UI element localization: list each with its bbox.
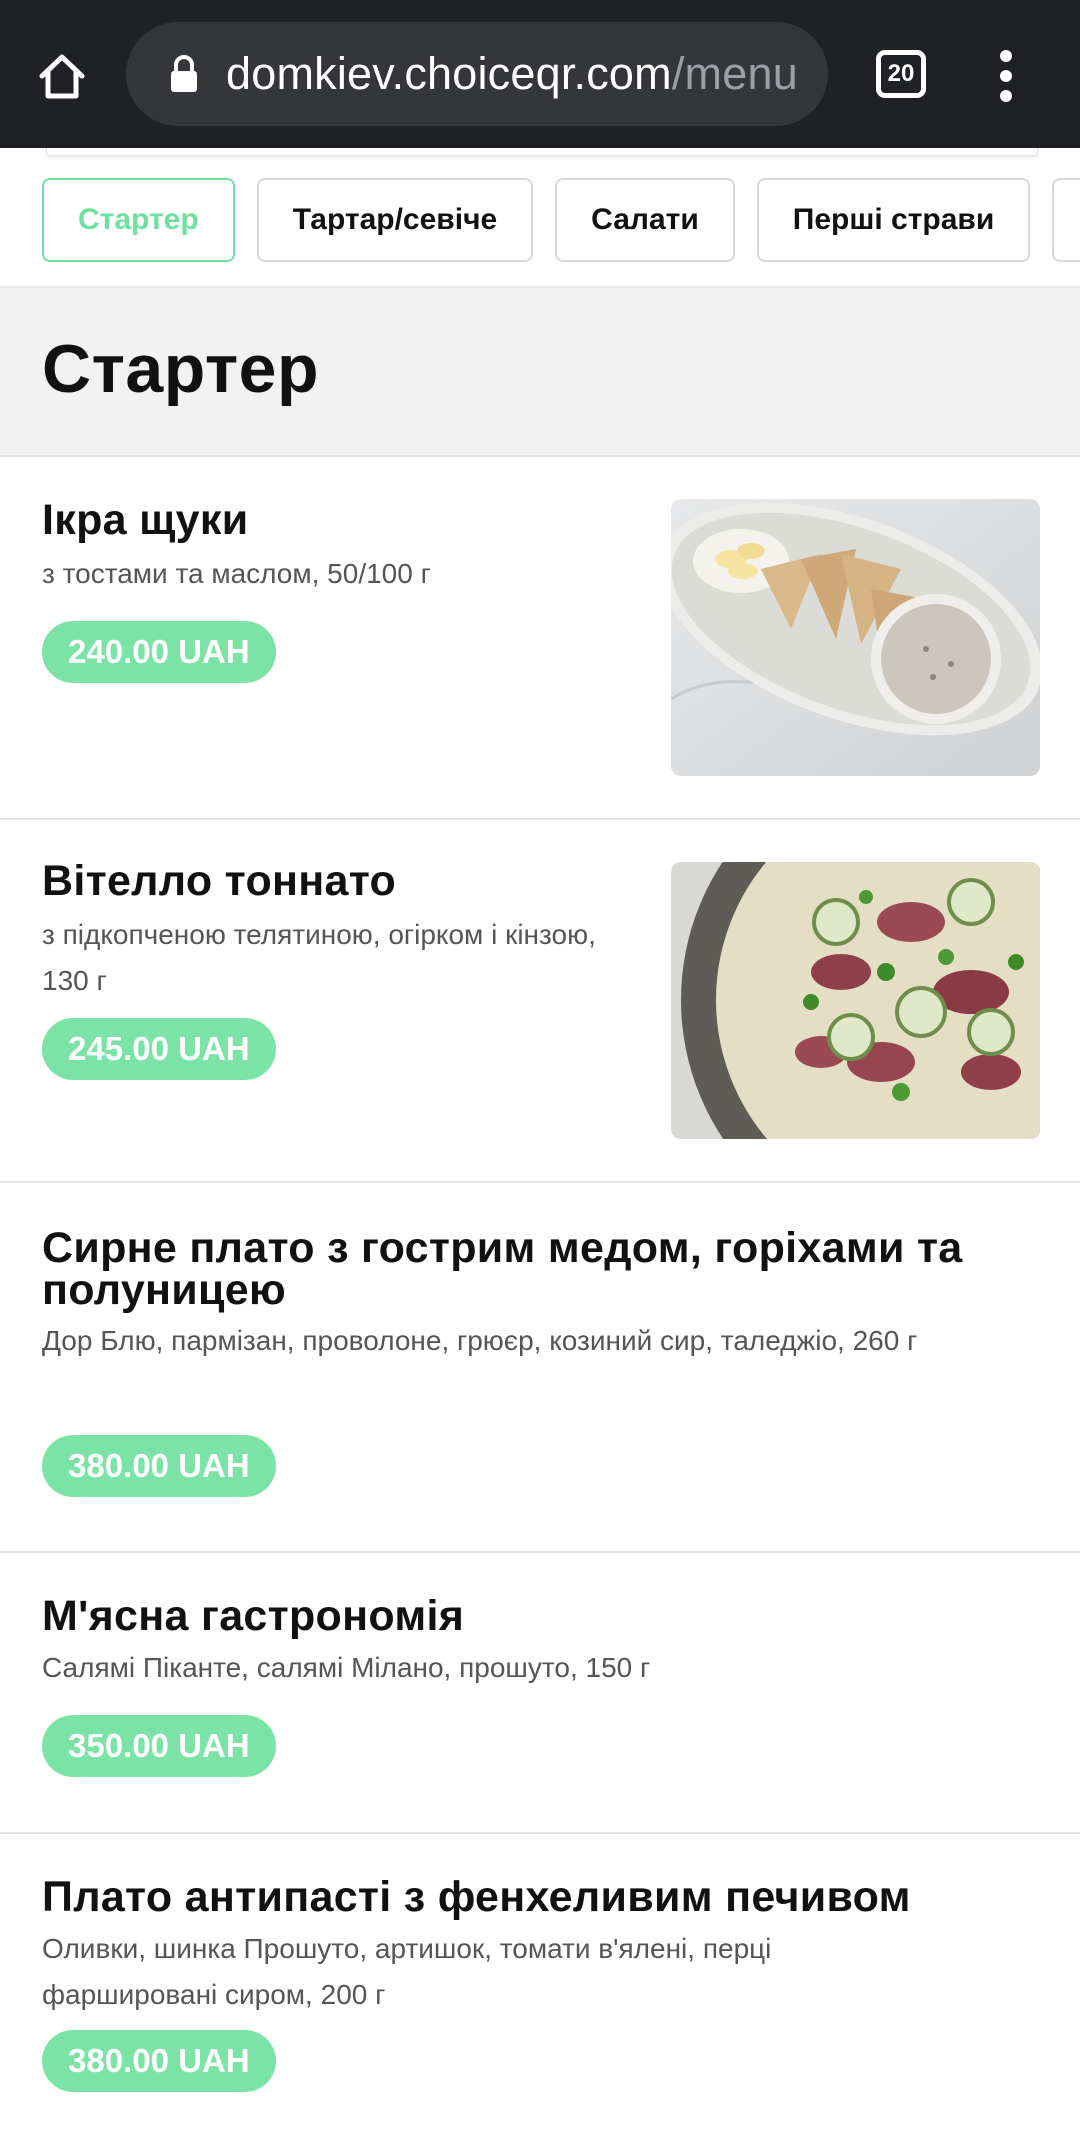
item-name: М'ясна гастрономія (42, 1592, 465, 1640)
lock-icon (166, 49, 202, 99)
tab-switcher-button[interactable]: 20 (876, 50, 926, 98)
item-name: Ікра щуки (42, 496, 249, 544)
item-description: з тостами та маслом, 50/100 г (42, 558, 431, 589)
price-badge: 350.00 UAH (42, 1715, 276, 1777)
price-badge: 380.00 UAH (42, 2030, 276, 2092)
menu-page: Стартер Тартар/севіче Салати Перші страв… (0, 148, 1080, 2131)
price-badge: 240.00 UAH (42, 621, 276, 683)
item-description: Оливки, шинка Прошуто, артишок, томати в… (42, 1933, 772, 2010)
category-tab-tartar[interactable]: Тартар/севіче (256, 178, 534, 262)
category-tab-salads[interactable]: Салати (555, 178, 735, 262)
address-bar[interactable]: domkiev.choiceqr.com/menu (126, 22, 828, 126)
menu-item[interactable]: М'ясна гастрономія Салямі Піканте, салям… (0, 1553, 1080, 1834)
item-description: Салямі Піканте, салямі Мілано, прошуто, … (42, 1652, 651, 1683)
item-description: з підкопченою телятиною, огірком і кінзо… (42, 919, 596, 996)
category-nav: Стартер Тартар/севіче Салати Перші страв… (0, 178, 1080, 262)
url-text: domkiev.choiceqr.com/menu (226, 48, 798, 100)
price-badge: 380.00 UAH (42, 1435, 276, 1497)
menu-item[interactable]: Сирне плато з гострим медом, горіхами та… (0, 1183, 1080, 1553)
url-path: /menu (671, 48, 798, 99)
tab-count: 20 (887, 60, 915, 87)
item-name: Плато антипасті з фенхеливим печивом (42, 1873, 911, 1921)
item-name: Вітелло тоннато (42, 857, 397, 905)
category-tab-starter[interactable]: Стартер (42, 178, 235, 262)
section-header: Стартер (0, 288, 1080, 457)
section-title: Стартер (42, 331, 320, 407)
home-icon[interactable] (30, 44, 94, 108)
menu-item[interactable]: Плато антипасті з фенхеливим печивом Оли… (0, 1834, 1080, 2131)
category-tab-partial[interactable]: П (1052, 178, 1080, 262)
item-name: Сирне плато з гострим медом, горіхами та… (42, 1224, 963, 1314)
item-description: Дор Блю, пармізан, проволоне, грюєр, коз… (42, 1325, 918, 1356)
menu-item[interactable]: Вітелло тоннато з підкопченою телятиною,… (0, 820, 1080, 1183)
vitello-tonnato-photo[interactable] (671, 862, 1040, 1139)
price-badge: 245.00 UAH (42, 1018, 276, 1080)
url-host: domkiev.choiceqr.com (226, 48, 672, 99)
category-tab-first-courses[interactable]: Перші страви (756, 178, 1031, 262)
header-shadow (46, 148, 1038, 156)
menu-item[interactable]: Ікра щуки з тостами та маслом, 50/100 г … (0, 457, 1080, 820)
pike-caviar-toast-photo[interactable] (671, 499, 1040, 776)
more-options-icon[interactable] (984, 46, 1028, 106)
browser-toolbar: domkiev.choiceqr.com/menu 20 (0, 0, 1080, 148)
